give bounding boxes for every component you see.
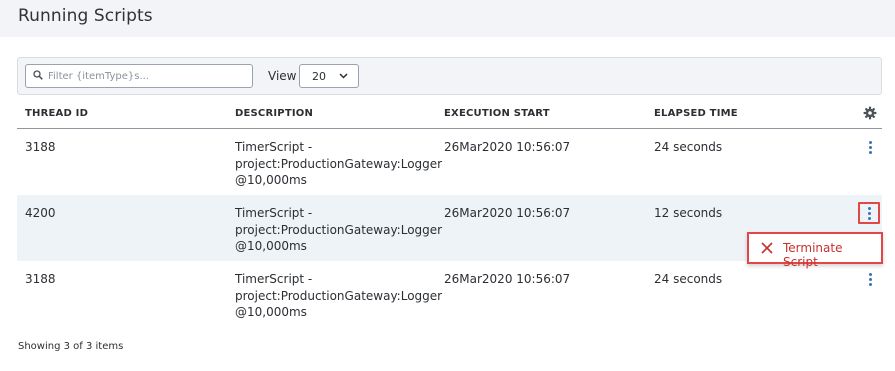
column-header-description[interactable]: DESCRIPTION <box>235 108 313 119</box>
table-toolbar: View 20 <box>17 57 882 95</box>
column-header-elapsed-time[interactable]: ELAPSED TIME <box>654 108 738 119</box>
page-size-value: 20 <box>312 70 326 83</box>
column-header-thread-id[interactable]: THREAD ID <box>25 108 88 119</box>
table-row[interactable]: 3188 TimerScript - project:ProductionGat… <box>17 261 882 327</box>
description-line: TimerScript - <box>235 140 313 154</box>
filter-input[interactable] <box>48 67 244 85</box>
description-line: @10,000ms <box>235 173 307 187</box>
elapsed-time-cell: 24 seconds <box>654 140 723 154</box>
description-line: @10,000ms <box>235 305 307 319</box>
execution-start-cell: 26Mar2020 10:56:07 <box>444 140 571 154</box>
chevron-down-icon <box>339 73 348 79</box>
terminate-script-menu: Terminate Script <box>747 232 883 269</box>
execution-start-cell: 26Mar2020 10:56:07 <box>444 206 571 220</box>
search-icon <box>33 70 43 80</box>
terminate-script-menu-item[interactable]: Terminate Script <box>783 241 881 269</box>
elapsed-time-cell: 24 seconds <box>654 272 723 286</box>
description-cell: TimerScript - project:ProductionGateway:… <box>235 271 443 321</box>
view-label: View <box>268 69 297 83</box>
description-line: project:ProductionGateway:Logger <box>235 288 443 303</box>
running-scripts-page: Running Scripts View 20 THREAD ID DESCRI… <box>0 0 895 371</box>
description-line: @10,000ms <box>235 239 307 253</box>
pagination-summary: Showing 3 of 3 items <box>18 341 124 352</box>
row-actions-menu-icon[interactable] <box>864 141 878 155</box>
description-line: project:ProductionGateway:Logger <box>235 222 443 237</box>
description-cell: TimerScript - project:ProductionGateway:… <box>235 205 443 255</box>
execution-start-cell: 26Mar2020 10:56:07 <box>444 272 571 286</box>
thread-id-cell: 3188 <box>25 140 56 154</box>
filter-field[interactable] <box>25 64 253 88</box>
page-size-select[interactable]: 20 <box>299 64 359 88</box>
column-header-execution-start[interactable]: EXECUTION START <box>444 108 550 119</box>
description-line: TimerScript - <box>235 272 313 286</box>
elapsed-time-cell: 12 seconds <box>654 206 723 220</box>
description-line: project:ProductionGateway:Logger <box>235 156 443 171</box>
gear-icon[interactable] <box>863 106 877 120</box>
page-header: Running Scripts <box>0 0 895 37</box>
row-actions-menu-icon[interactable] <box>858 202 880 224</box>
thread-id-cell: 4200 <box>25 206 56 220</box>
description-cell: TimerScript - project:ProductionGateway:… <box>235 139 443 189</box>
thread-id-cell: 3188 <box>25 272 56 286</box>
page-title: Running Scripts <box>18 6 153 26</box>
row-actions-menu-icon[interactable] <box>864 273 878 287</box>
close-icon <box>761 242 773 254</box>
description-line: TimerScript - <box>235 206 313 220</box>
table-row[interactable]: 3188 TimerScript - project:ProductionGat… <box>17 129 882 195</box>
